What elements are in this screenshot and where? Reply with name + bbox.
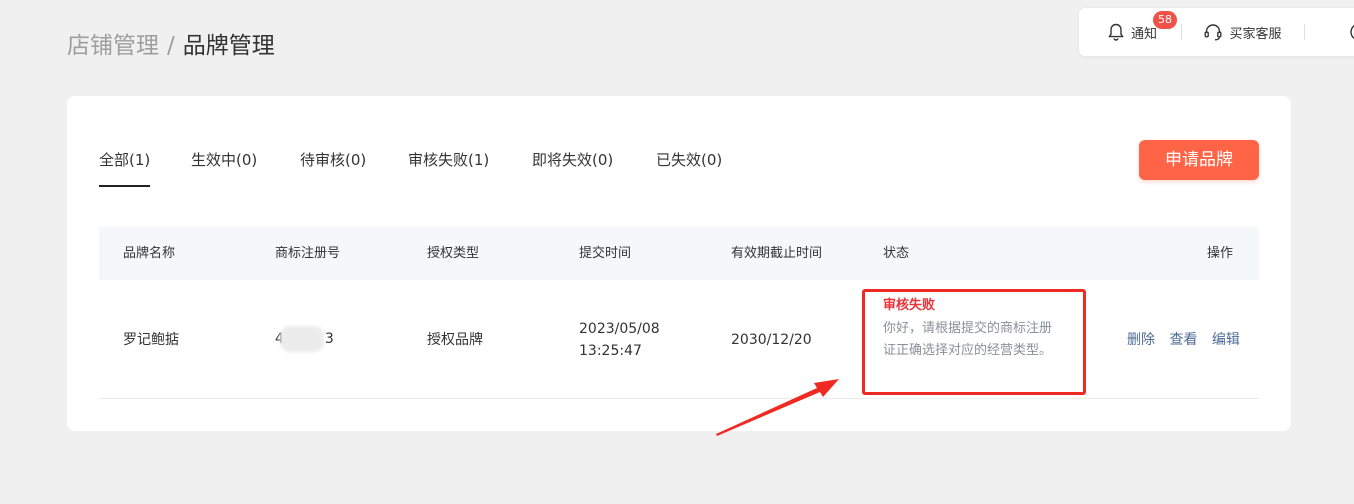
- tab-active[interactable]: 生效中(0): [191, 149, 257, 185]
- bell-icon: [1107, 22, 1125, 42]
- submit-clock: 13:25:47: [579, 343, 642, 359]
- status-reason: 你好，请根据提交的商标注册证正确选择对应的经营类型。: [883, 321, 1053, 358]
- tab-failed[interactable]: 审核失败(1): [408, 149, 489, 185]
- redaction-blur: [279, 326, 324, 352]
- toolbar-divider: [1180, 24, 1182, 40]
- page: 店铺管理 / 品牌管理 通知 58 买家客服 ? 全部(1) 生效中(0): [0, 0, 1354, 504]
- notification-label: 通知: [1131, 26, 1158, 42]
- tab-expired[interactable]: 已失效(0): [656, 149, 722, 185]
- breadcrumb-parent[interactable]: 店铺管理: [67, 33, 159, 59]
- page-title: 品牌管理: [182, 33, 275, 59]
- header-actions: 操作: [1207, 246, 1234, 261]
- status-badge: 审核失败: [883, 298, 936, 313]
- help-icon: ?: [1349, 22, 1354, 42]
- brand-list-card: 全部(1) 生效中(0) 待审核(0) 审核失败(1) 即将失效(0) 已失效(…: [67, 96, 1291, 431]
- submit-time: 2023/05/08 13:25:47: [579, 318, 689, 362]
- breadcrumb-separator: /: [167, 33, 175, 59]
- header-brand-name: 品牌名称: [123, 246, 176, 261]
- delete-link[interactable]: 删除: [1127, 332, 1155, 348]
- header-submit-time: 提交时间: [579, 246, 632, 261]
- notification-button[interactable]: 通知 58: [1107, 11, 1181, 42]
- expiry-date: 2030/12/20: [731, 332, 812, 348]
- header-status: 状态: [883, 246, 910, 261]
- auth-type: 授权品牌: [427, 332, 483, 348]
- headset-icon: [1203, 22, 1223, 42]
- header-expiry: 有效期截止时间: [731, 246, 823, 261]
- table-header: 品牌名称 商标注册号 授权类型 提交时间 有效期截止时间 状态 操作: [99, 227, 1259, 280]
- table-row: 罗记鲍掂 4 3 授权品牌 2023/05/08 13:25:47 2030/1…: [99, 280, 1259, 399]
- header-trademark-no: 商标注册号: [275, 246, 341, 261]
- view-link[interactable]: 查看: [1169, 332, 1197, 348]
- tab-all[interactable]: 全部(1): [99, 149, 151, 187]
- toolbar-divider: [1304, 24, 1306, 40]
- trademark-number-suffix: 3: [324, 331, 334, 347]
- tab-pending[interactable]: 待审核(0): [300, 149, 366, 185]
- brand-name: 罗记鲍掂: [123, 332, 179, 348]
- notification-count-badge: 58: [1153, 11, 1177, 29]
- brand-table: 品牌名称 商标注册号 授权类型 提交时间 有效期截止时间 状态 操作 罗记鲍掂 …: [99, 227, 1259, 399]
- tab-expiring[interactable]: 即将失效(0): [532, 149, 613, 185]
- buyer-service-label: 买家客服: [1229, 26, 1282, 42]
- trademark-number: 4 3: [275, 323, 334, 355]
- apply-brand-button[interactable]: 申请品牌: [1139, 140, 1259, 180]
- breadcrumb: 店铺管理 / 品牌管理: [67, 30, 275, 62]
- submit-date: 2023/05/08: [579, 321, 660, 337]
- buyer-service-button[interactable]: 买家客服: [1203, 22, 1304, 42]
- top-toolbar: 通知 58 买家客服 ?: [1079, 8, 1354, 56]
- header-auth-type: 授权类型: [427, 246, 480, 261]
- help-button[interactable]: ?: [1349, 22, 1354, 42]
- edit-link[interactable]: 编辑: [1212, 332, 1240, 348]
- row-actions: 删除 查看 编辑: [1127, 330, 1240, 350]
